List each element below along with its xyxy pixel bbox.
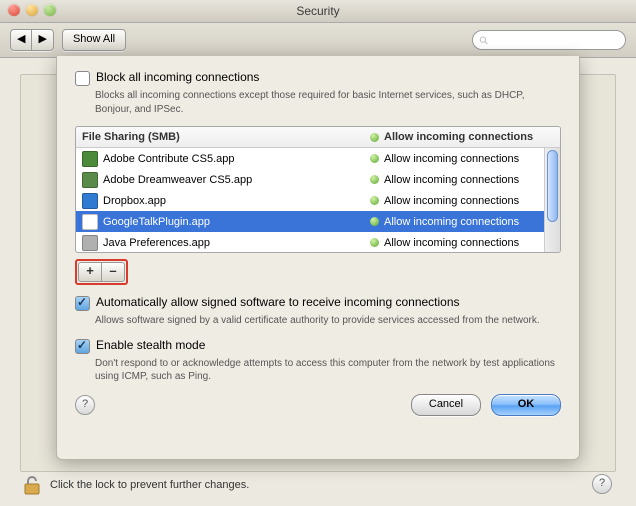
app-status: Allow incoming connections: [384, 174, 519, 186]
show-all-button[interactable]: Show All: [62, 29, 126, 51]
minimize-window-button[interactable]: [26, 4, 38, 16]
list-item[interactable]: Java Preferences.app Allow incoming conne…: [76, 232, 560, 252]
block-all-row[interactable]: Block all incoming connections: [75, 70, 561, 85]
app-name: GoogleTalkPlugin.app: [103, 216, 210, 228]
add-remove-control: + –: [75, 259, 128, 285]
toolbar: ◀ ▶ Show All: [0, 23, 636, 58]
app-list-header[interactable]: File Sharing (SMB) Allow incoming connec…: [76, 127, 560, 148]
app-status: Allow incoming connections: [384, 216, 519, 228]
titlebar: Security: [0, 0, 636, 23]
list-item[interactable]: Adobe Dreamweaver CS5.app Allow incoming …: [76, 169, 560, 190]
status-dot-icon: [370, 175, 379, 184]
zoom-window-button[interactable]: [44, 4, 56, 16]
block-all-label: Block all incoming connections: [96, 70, 259, 84]
forward-button[interactable]: ▶: [31, 29, 53, 51]
stealth-desc: Don't respond to or acknowledge attempts…: [95, 357, 561, 384]
app-name: Adobe Contribute CS5.app: [103, 153, 234, 165]
scrollbar[interactable]: [544, 148, 560, 252]
status-dot-icon: [370, 154, 379, 163]
nav-segment: ◀ ▶: [10, 29, 54, 51]
header-status: Allow incoming connections: [384, 131, 533, 143]
app-name: Java Preferences.app: [103, 237, 210, 249]
remove-button[interactable]: –: [101, 262, 125, 282]
search-input[interactable]: [493, 33, 619, 47]
window-title: Security: [296, 4, 339, 18]
auto-allow-label: Automatically allow signed software to r…: [96, 295, 460, 309]
auto-allow-desc: Allows software signed by a valid certif…: [95, 314, 561, 328]
main-help-button[interactable]: ?: [592, 474, 612, 494]
firewall-sheet: Block all incoming connections Blocks al…: [56, 56, 580, 460]
search-field[interactable]: [472, 30, 626, 50]
cancel-button[interactable]: Cancel: [411, 394, 481, 416]
app-icon: [82, 193, 98, 209]
app-status: Allow incoming connections: [384, 237, 519, 249]
list-item[interactable]: Dropbox.appAllow incoming connections▴▾: [76, 190, 560, 211]
sheet-help-button[interactable]: ?: [75, 395, 95, 415]
app-name: Adobe Dreamweaver CS5.app: [103, 174, 252, 186]
search-icon: [479, 35, 489, 46]
app-list: File Sharing (SMB) Allow incoming connec…: [75, 126, 561, 253]
lock-row[interactable]: Click the lock to prevent further change…: [22, 474, 249, 496]
app-status: Allow incoming connections: [384, 195, 519, 207]
block-all-checkbox[interactable]: [75, 71, 90, 86]
ok-button[interactable]: OK: [491, 394, 561, 416]
add-button[interactable]: +: [78, 262, 101, 282]
app-icon: [82, 214, 98, 230]
back-button[interactable]: ◀: [10, 29, 31, 51]
block-all-desc: Blocks all incoming connections except t…: [95, 89, 561, 116]
app-icon: [82, 235, 98, 251]
status-dot-icon: [370, 238, 379, 247]
app-list-rows: Adobe Contribute CS5.app Allow incoming c…: [76, 148, 560, 252]
auto-allow-checkbox[interactable]: [75, 296, 90, 311]
status-dot-icon: [370, 133, 379, 142]
stealth-label: Enable stealth mode: [96, 338, 205, 352]
app-name: Dropbox.app: [103, 195, 166, 207]
app-icon: [82, 172, 98, 188]
app-icon: [82, 151, 98, 167]
list-item[interactable]: GoogleTalkPlugin.app Allow incoming conne…: [76, 211, 560, 232]
header-name: File Sharing (SMB): [76, 131, 370, 143]
sheet-button-row: ? Cancel OK: [75, 394, 561, 416]
scroll-thumb[interactable]: [547, 150, 558, 222]
window-controls: [8, 4, 56, 16]
lock-icon[interactable]: [22, 474, 42, 496]
stealth-row[interactable]: Enable stealth mode: [75, 338, 561, 353]
stealth-checkbox[interactable]: [75, 339, 90, 354]
lock-text: Click the lock to prevent further change…: [50, 479, 249, 491]
app-status: Allow incoming connections: [384, 153, 519, 165]
status-dot-icon: [370, 217, 379, 226]
status-dot-icon: [370, 196, 379, 205]
auto-allow-row[interactable]: Automatically allow signed software to r…: [75, 295, 561, 310]
list-item[interactable]: Adobe Contribute CS5.app Allow incoming c…: [76, 148, 560, 169]
close-window-button[interactable]: [8, 4, 20, 16]
